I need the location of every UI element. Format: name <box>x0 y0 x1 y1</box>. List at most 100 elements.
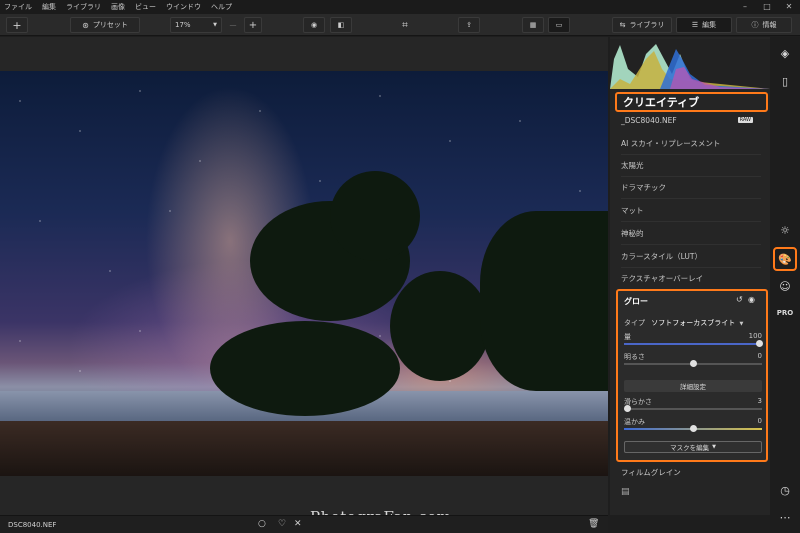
glow-type-row[interactable]: タイプ ソフトフォーカスブライト ▼ <box>624 318 762 328</box>
histogram <box>610 39 770 89</box>
share-icon[interactable]: ⇪ <box>458 17 480 33</box>
glow-brightness-slider[interactable] <box>624 360 762 367</box>
toolbar: + ⊛ プリセット 17% ▼ — + ◉ ◧ ⌗ ⇪ ▦ ▭ ⇆ ライブラリ … <box>0 14 800 36</box>
zoom-out-button[interactable]: — <box>226 17 240 33</box>
filter-texture-overlay[interactable]: テクスチャオーバーレイ <box>621 268 761 290</box>
presets-button[interactable]: ⊛ プリセット <box>70 17 140 33</box>
menu-window[interactable]: ウインドウ <box>166 2 201 12</box>
eye-icon[interactable]: ◉ <box>303 17 325 33</box>
slider-knob[interactable] <box>690 425 697 432</box>
tab-library-label: ライブラリ <box>629 21 665 29</box>
photo-preview <box>0 71 608 476</box>
filter-ai-sky[interactable]: AI スカイ・リプレースメント <box>621 133 761 155</box>
filter-film-grain[interactable]: フィルムグレイン <box>621 461 761 483</box>
glow-amount-label: 量 <box>624 333 631 341</box>
tab-edit-label: 編集 <box>702 21 717 29</box>
visibility-toggle-icon[interactable]: ◉ <box>748 295 755 304</box>
crop-icon[interactable]: ⌗ <box>396 17 414 33</box>
panels-icon[interactable]: ▯ <box>777 73 793 89</box>
panel-filename: _DSC8040.NEF RAW <box>621 116 761 125</box>
history-icon[interactable]: ◷ <box>777 482 793 498</box>
status-filename: DSC8040.NEF <box>8 521 57 529</box>
status-bar: DSC8040.NEF ○ ♡ ✕ 🗑 <box>0 515 608 533</box>
tree-canopy <box>210 321 400 416</box>
compare-icon[interactable]: ◧ <box>330 17 352 33</box>
image-canvas[interactable] <box>0 37 608 515</box>
menu-file[interactable]: ファイル <box>4 2 32 12</box>
maximize-button[interactable]: □ <box>756 0 778 14</box>
heart-icon[interactable]: ♡ <box>278 519 286 529</box>
info-icon: ⓘ <box>751 21 759 29</box>
tree-canopy <box>480 211 608 391</box>
edit-panel: クリエイティブ _DSC8040.NEF RAW AI スカイ・リプレースメント… <box>610 37 770 515</box>
trash-icon[interactable]: 🗑 <box>588 519 599 529</box>
close-button[interactable]: ✕ <box>778 0 800 14</box>
slider-knob[interactable] <box>756 340 763 347</box>
window-controls: – □ ✕ <box>734 0 800 14</box>
glow-type-label: タイプ <box>624 319 645 327</box>
raw-badge: RAW <box>737 117 753 123</box>
creative-section-title[interactable]: クリエイティブ <box>615 92 768 112</box>
menu-edit[interactable]: 編集 <box>42 2 56 12</box>
glow-amount-value: 100 <box>748 332 762 340</box>
sliders-icon: ☰ <box>691 21 699 29</box>
glow-smoothness-value: 3 <box>757 397 762 405</box>
filter-dramatic[interactable]: ドラマチック <box>621 177 761 199</box>
light-icon[interactable]: ☼ <box>777 222 793 238</box>
zoom-select[interactable]: 17% ▼ <box>170 17 222 33</box>
rocky-ground <box>0 421 608 476</box>
pro-icon[interactable]: PRO <box>777 305 793 321</box>
palette-icon[interactable]: 🎨 <box>773 247 797 271</box>
minimize-button[interactable]: – <box>734 0 756 14</box>
advanced-settings-button[interactable]: 詳細設定 <box>624 380 762 392</box>
add-button[interactable]: + <box>6 17 28 33</box>
menu-library[interactable]: ライブラリ <box>66 2 101 12</box>
glow-brightness-value: 0 <box>757 352 762 360</box>
zoom-value: 17% <box>175 21 191 29</box>
menu-help[interactable]: ヘルプ <box>211 2 232 12</box>
filter-mystical[interactable]: 神秘的 <box>621 223 761 245</box>
more-icon[interactable]: ⋯ <box>777 509 793 525</box>
tab-info-label: 情報 <box>762 21 777 29</box>
library-icon: ⇆ <box>619 21 626 29</box>
glow-warmth-value: 0 <box>757 417 762 425</box>
menu-view[interactable]: ビュー <box>135 2 156 12</box>
reject-icon[interactable]: ✕ <box>294 519 302 529</box>
edit-mask-button[interactable]: マスクを編集 ▼ <box>624 441 762 453</box>
tab-edit[interactable]: ☰ 編集 <box>676 17 732 33</box>
glow-title[interactable]: グロー <box>624 296 648 307</box>
glow-smoothness-slider[interactable] <box>624 405 762 412</box>
glow-amount-slider[interactable] <box>624 340 763 347</box>
glow-warmth-slider[interactable] <box>624 425 762 432</box>
color-label-icon[interactable]: ○ <box>258 519 266 529</box>
single-view-icon[interactable]: ▭ <box>548 17 570 33</box>
chevron-down-icon: ▼ <box>712 444 716 450</box>
filter-sunlight[interactable]: 太陽光 <box>621 155 761 177</box>
glow-smoothness-row: 滑らかさ 3 <box>624 397 762 407</box>
glow-warmth-label: 温かみ <box>624 418 645 426</box>
presets-label: プリセット <box>92 21 128 29</box>
reset-icon[interactable]: ↺ <box>736 295 743 304</box>
chevron-down-icon: ▼ <box>213 22 217 28</box>
tree-canopy <box>390 271 490 381</box>
slider-knob[interactable] <box>624 405 631 412</box>
menu-image[interactable]: 画像 <box>111 2 125 12</box>
portrait-icon[interactable]: ☺ <box>777 278 793 294</box>
filter-matte[interactable]: マット <box>621 200 761 222</box>
tree-canopy <box>330 171 420 261</box>
filter-color-style[interactable]: カラースタイル（LUT） <box>621 246 761 268</box>
tab-info[interactable]: ⓘ 情報 <box>736 17 792 33</box>
glow-amount-row: 量 100 <box>624 332 762 342</box>
glow-brightness-label: 明るさ <box>624 353 645 361</box>
panel-filename-text: _DSC8040.NEF <box>621 116 677 125</box>
grid-view-icon[interactable]: ▦ <box>522 17 544 33</box>
menu-bar: ファイル 編集 ライブラリ 画像 ビュー ウインドウ ヘルプ – □ ✕ <box>0 0 800 14</box>
edit-mask-label: マスクを編集 <box>670 444 710 452</box>
stamp-icon[interactable]: ▤ <box>621 487 630 497</box>
layers-icon[interactable]: ◈ <box>777 45 793 61</box>
tab-library[interactable]: ⇆ ライブラリ <box>612 17 672 33</box>
zoom-in-button[interactable]: + <box>244 17 262 33</box>
slider-knob[interactable] <box>690 360 697 367</box>
presets-icon: ⊛ <box>82 20 89 30</box>
glow-type-value: ソフトフォーカスブライト <box>651 319 736 327</box>
